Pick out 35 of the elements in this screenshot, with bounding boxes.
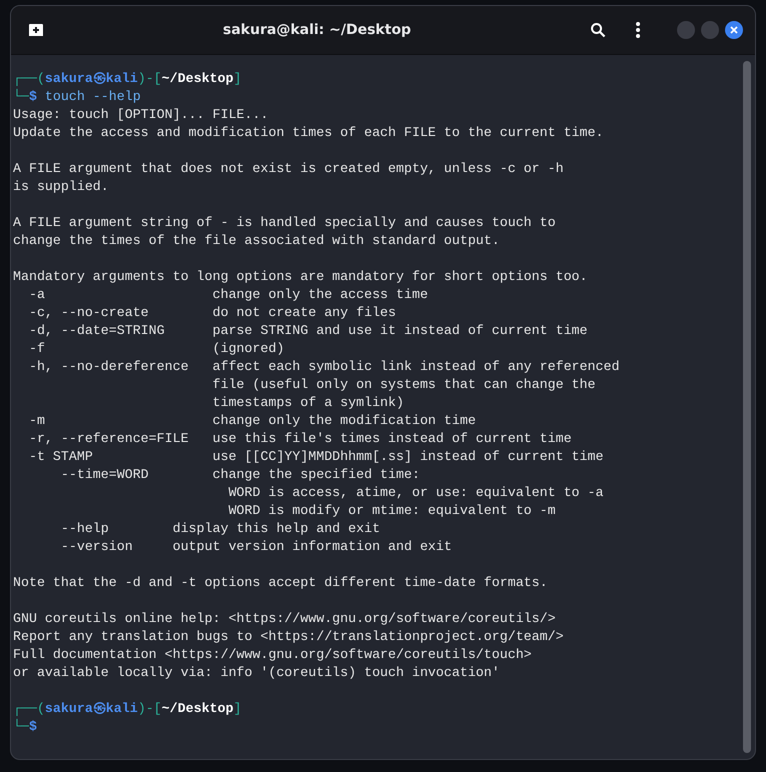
close-button[interactable]: [725, 21, 743, 39]
prompt-line: ┌──(sakura㉿kali)-[~/Desktop]: [13, 700, 242, 718]
output-line: -c, --no-create do not create any files: [28, 304, 398, 322]
prompt-line: └─$: [13, 718, 38, 736]
output-line: -m change only the modification time: [28, 412, 477, 430]
output-line: Full documentation <https://www.gnu.org/software/coreutils/touch>: [13, 646, 533, 664]
output-line: is supplied.: [13, 178, 110, 196]
output-line: -a change only the access time: [28, 286, 429, 304]
output-line: -t STAMP use [[CC]YY]MMDDhhmm[.ss] instead of current time: [28, 448, 604, 466]
output-line: WORD is modify or mtime: equivalent to -m: [227, 502, 557, 520]
window-title: sakura@kali: ~/Desktop: [222, 22, 412, 38]
output-line: WORD is access, atime, or use: equivalent to -a: [227, 484, 604, 502]
prompt-line: └─$ touch --help: [13, 88, 142, 106]
output-line: A FILE argument string of - is handled specially and causes touch to: [13, 214, 557, 232]
output-line: -r, --reference=FILE use this file's times instead of current time: [28, 430, 573, 448]
output-line: A FILE argument that does not exist is created empty, unless -c or -h: [13, 160, 565, 178]
output-line: or available locally via: info '(coreutils) touch invocation': [13, 664, 501, 682]
output-line: --version output version information and exit: [60, 538, 453, 556]
output-line: -h, --no-dereference affect each symbolic link instead of any referenced: [28, 358, 620, 376]
close-icon: [730, 26, 738, 34]
scrollbar[interactable]: [743, 61, 751, 753]
output-line: Usage: touch [OPTION]... FILE...: [13, 106, 270, 124]
output-line: Mandatory arguments to long options are mandatory for short options too.: [13, 268, 589, 286]
prompt-line: ┌──(sakura㉿kali)-[~/Desktop]: [13, 70, 242, 88]
output-line: Note that the -d and -t options accept different time-date formats.: [13, 574, 549, 592]
output-line: -d, --date=STRING parse STRING and use it instead of current time: [28, 322, 589, 340]
output-line: --help display this help and exit: [60, 520, 382, 538]
output-line: GNU coreutils online help: <https://www.gnu.org/software/coreutils/>: [13, 610, 557, 628]
output-line: --time=WORD change the specified time:: [60, 466, 421, 484]
output-line: Update the access and modification times of each FILE to the current time.: [13, 124, 604, 142]
output-line: timestamps of a symlink): [211, 394, 405, 412]
output-line: -f (ignored): [28, 340, 286, 358]
output-line: Report any translation bugs to <https://translationproject.org/team/>: [13, 628, 565, 646]
output-line: change the times of the file associated with standard output.: [13, 232, 501, 250]
output-line: file (useful only on systems that can change the: [211, 376, 596, 394]
